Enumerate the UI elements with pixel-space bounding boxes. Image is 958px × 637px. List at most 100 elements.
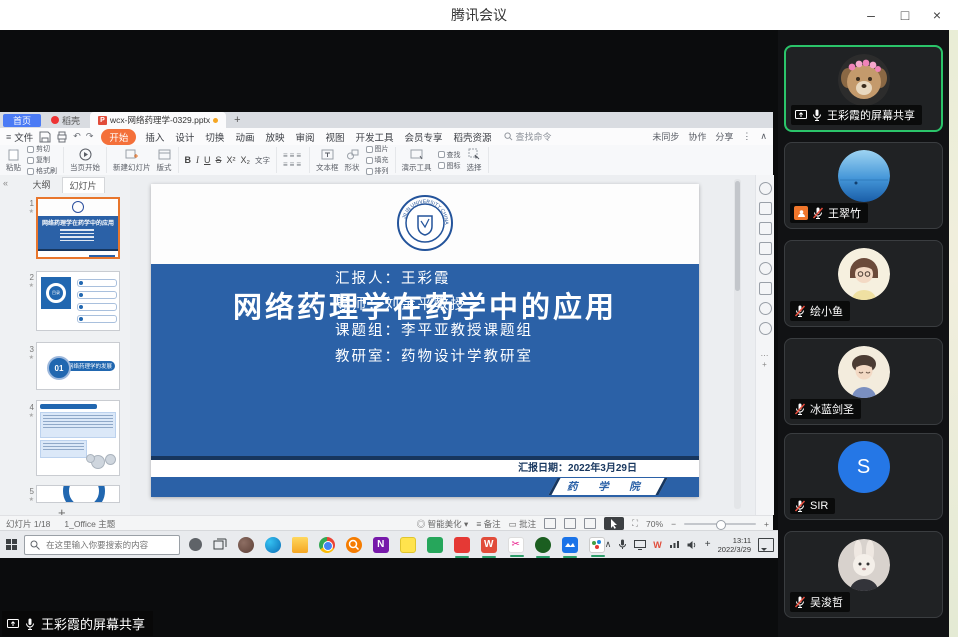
tray-wps-icon[interactable]: W (653, 540, 662, 550)
meeting-app-icon[interactable] (562, 537, 578, 553)
fill-button[interactable]: 填充 (366, 155, 389, 165)
wps-new-tab-button[interactable]: + (234, 114, 240, 126)
sync-record-icon[interactable] (759, 182, 772, 195)
select-button[interactable]: 选择 (467, 148, 482, 173)
slides-tab[interactable]: 幻灯片 (62, 177, 105, 193)
beautify-button[interactable]: ◎ 智能美化 ▾ (417, 518, 469, 530)
find-button[interactable]: 查找 (438, 150, 461, 160)
ribbon-tab-slideshow[interactable]: 放映 (265, 130, 284, 144)
outline-tab[interactable]: 大纲 (25, 177, 57, 193)
reading-view-icon[interactable] (584, 518, 596, 529)
cloud-sync-status[interactable]: 未同步 (652, 130, 679, 143)
ribbon-tab-animation[interactable]: 动画 (235, 130, 254, 144)
ribbon-tab-design[interactable]: 设计 (175, 130, 194, 144)
slide-canvas[interactable]: JILIN UNIVERSITY CHINA 网络药理学在药学中的应用 汇报人：… (151, 184, 699, 497)
onenote-icon[interactable]: N (373, 537, 389, 553)
music-app-icon[interactable] (454, 537, 470, 553)
hidden-icons-caret[interactable]: ∧ (605, 539, 612, 550)
participant-tile[interactable]: 冰蓝剑圣 (784, 338, 943, 425)
tray-network-icon[interactable] (669, 540, 680, 549)
print-icon[interactable] (56, 131, 68, 143)
fit-window-icon[interactable]: ⛶ (632, 518, 638, 529)
molecule-app-icon[interactable] (589, 537, 605, 553)
ribbon-tab-start[interactable]: 开始 (101, 129, 136, 145)
cortana-icon[interactable] (189, 538, 202, 551)
save-icon[interactable] (39, 131, 51, 143)
participant-tile[interactable]: 绘小鱼 (784, 240, 943, 327)
edge-icon[interactable] (265, 537, 281, 553)
redo-icon[interactable]: ↷ (86, 131, 94, 142)
zoom-in-button[interactable]: + (764, 519, 769, 529)
slide-thumbnail-5[interactable] (36, 485, 120, 503)
participant-tile-sharer[interactable]: 王彩霞的屏幕共享 (784, 45, 943, 132)
action-center-icon[interactable] (758, 538, 774, 552)
undo-icon[interactable]: ↶ (73, 131, 81, 142)
tray-ime-icon[interactable]: + (705, 539, 711, 550)
wps-app-icon[interactable]: W (481, 537, 497, 553)
start-button[interactable] (0, 531, 22, 558)
tray-display-icon[interactable] (634, 540, 646, 550)
slide-sorter-view-icon[interactable] (564, 518, 576, 529)
cut-button[interactable]: 剪切 (27, 144, 57, 154)
taskbar-clock[interactable]: 13:11 2022/3/29 (718, 536, 751, 554)
layout-button[interactable]: 版式 (157, 148, 172, 173)
participant-tile[interactable]: 吴浚哲 (784, 531, 943, 618)
wps-document-tab[interactable]: P wcx-网络药理学-0329.pptx (90, 112, 226, 128)
participant-tile[interactable]: S SIR (784, 433, 943, 520)
zoom-slider[interactable] (684, 523, 756, 525)
star-favorite-icon[interactable] (759, 222, 772, 235)
wps-home-tab[interactable]: 首页 (3, 114, 41, 127)
participant-tile[interactable]: 王翠竹 (784, 142, 943, 229)
capture-app-icon[interactable]: ✂ (508, 537, 524, 553)
strike-button[interactable]: S (216, 155, 222, 165)
ribbon-tab-transition[interactable]: 切换 (205, 130, 224, 144)
text-tools-button[interactable]: 文字 (255, 155, 270, 166)
ribbon-tab-docer-res[interactable]: 稻壳资源 (454, 130, 492, 144)
dark-green-app-icon[interactable] (535, 537, 551, 553)
notes-tool-icon[interactable] (759, 242, 772, 255)
slide-thumbnail-3[interactable]: 网络药理学的发展 01 (36, 342, 120, 390)
comments-button[interactable]: ▭ 批注 (509, 518, 536, 530)
new-slide-button[interactable]: 新建幻灯片 (113, 148, 151, 173)
play-from-current-button[interactable]: 当页开始 (70, 148, 100, 173)
zoom-out-button[interactable]: − (671, 519, 676, 529)
share-button[interactable]: 分享 (715, 130, 733, 143)
settings-icon[interactable] (759, 302, 772, 315)
normal-view-icon[interactable] (544, 518, 556, 529)
tray-microphone-icon[interactable] (618, 539, 627, 550)
taskbar-search[interactable] (24, 535, 180, 555)
taskbar-search-input[interactable] (44, 539, 178, 551)
wps-docer-tab[interactable]: 稻壳 (41, 112, 90, 128)
notes-button[interactable]: ≡ 备注 (476, 518, 500, 530)
slide-thumbnail-2[interactable]: 目录 (36, 271, 120, 331)
image-tool-icon[interactable] (759, 282, 772, 295)
workspace-scrollbar[interactable] (734, 179, 741, 509)
subscript-button[interactable]: X₂ (241, 155, 251, 165)
paw-app-icon[interactable] (238, 537, 254, 553)
collaborate-button[interactable]: 协作 (688, 130, 706, 143)
icons-lib-button[interactable]: 图标 (438, 161, 461, 171)
paste-button[interactable]: 粘贴 (6, 148, 21, 173)
ribbon-tab-member[interactable]: 会员专享 (405, 130, 443, 144)
task-view-icon[interactable] (213, 538, 227, 552)
ribbon-tab-developer[interactable]: 开发工具 (356, 130, 394, 144)
close-button[interactable]: × (922, 0, 952, 30)
bold-button[interactable]: B (185, 155, 192, 165)
help-icon[interactable] (759, 262, 772, 275)
ribbon-tab-view[interactable]: 视图 (325, 130, 344, 144)
maximize-button[interactable]: □ (890, 0, 920, 30)
minimize-button[interactable]: – (856, 0, 886, 30)
sticky-notes-icon[interactable] (400, 537, 416, 553)
file-explorer-icon[interactable] (292, 537, 308, 553)
slide-thumbnail-1[interactable]: 网络药理学在药学中的应用 (36, 197, 120, 259)
copy-button[interactable]: 复制 (27, 155, 57, 165)
tray-volume-icon[interactable] (687, 540, 698, 550)
more-tools-icon[interactable]: ⋯+ (756, 351, 774, 369)
present-tools-button[interactable]: 演示工具 (402, 148, 432, 173)
command-search[interactable]: 查找命令 (504, 130, 552, 143)
file-menu[interactable]: ≡ 文件 (0, 130, 39, 144)
chrome-icon[interactable] (319, 537, 335, 553)
italic-button[interactable]: I (196, 155, 199, 165)
collapse-ribbon-icon[interactable]: ∧ (760, 131, 767, 142)
align-buttons[interactable]: ≡≡≡≡≡≡ (283, 152, 303, 169)
